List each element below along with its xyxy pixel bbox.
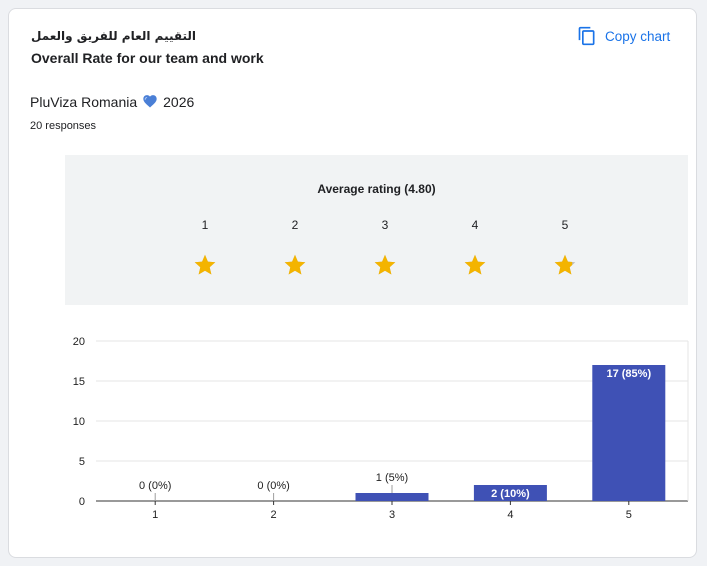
y-tick-label: 20 [73,336,85,348]
average-rating-panel: Average rating (4.80) 1 2 3 4 5 [65,155,688,305]
data-label: 0 (0%) [257,480,289,492]
x-tick-label: 5 [626,509,632,521]
form-year: 2026 [163,94,195,110]
star-icon [464,254,486,275]
rating-scale-1: 1 [201,218,209,232]
form-name: PluViza Romania [30,94,138,110]
bar-chart-svg: 0 5 10 15 20 1 0 (0%) 2 0 (0%) 3 1 (5%) 4 2 (10%) 5 17… [73,336,689,521]
average-rating-label: Average rating (4.80) [317,182,436,196]
form-description: PluViza Romania 2026 [30,93,194,111]
y-tick-label: 10 [73,416,85,428]
rating-scale-3: 3 [381,218,389,232]
star-icon [554,254,576,275]
response-count: 20 responses [30,120,97,132]
y-tick-label: 0 [79,496,85,508]
star-icon [194,254,216,275]
data-label: 1 (5%) [376,472,408,484]
bar [355,493,429,501]
x-tick-label: 1 [152,509,158,521]
data-label: 2 (10%) [491,488,530,500]
y-tick-label: 5 [79,456,85,468]
x-tick-label: 3 [389,509,395,521]
blue-heart-icon [142,93,158,111]
question-title-arabic: التقييم العام للفريق والعمل [31,29,197,43]
copy-chart-label: Copy chart [605,28,671,44]
data-label: 0 (0%) [139,480,171,492]
star-icon [374,254,396,275]
rating-scale-4: 4 [471,218,479,232]
chart-card: التقييم العام للفريق والعمل Overall Rate… [8,8,697,558]
bar [592,365,666,501]
x-tick-label: 4 [507,509,513,521]
rating-scale-2: 2 [291,218,299,232]
data-label: 17 (85%) [606,368,651,380]
rating-scale-5: 5 [561,218,569,232]
bar-chart: 0 5 10 15 20 1 0 (0%) 2 0 (0%) 3 1 (5%) 4 2 (10%) 5 17… [9,329,698,529]
copy-icon [577,26,597,46]
star-icon [284,254,306,275]
y-tick-label: 15 [73,376,85,388]
x-tick-label: 2 [271,509,277,521]
copy-chart-button[interactable]: Copy chart [577,24,670,48]
question-title: Overall Rate for our team and work [31,50,264,66]
